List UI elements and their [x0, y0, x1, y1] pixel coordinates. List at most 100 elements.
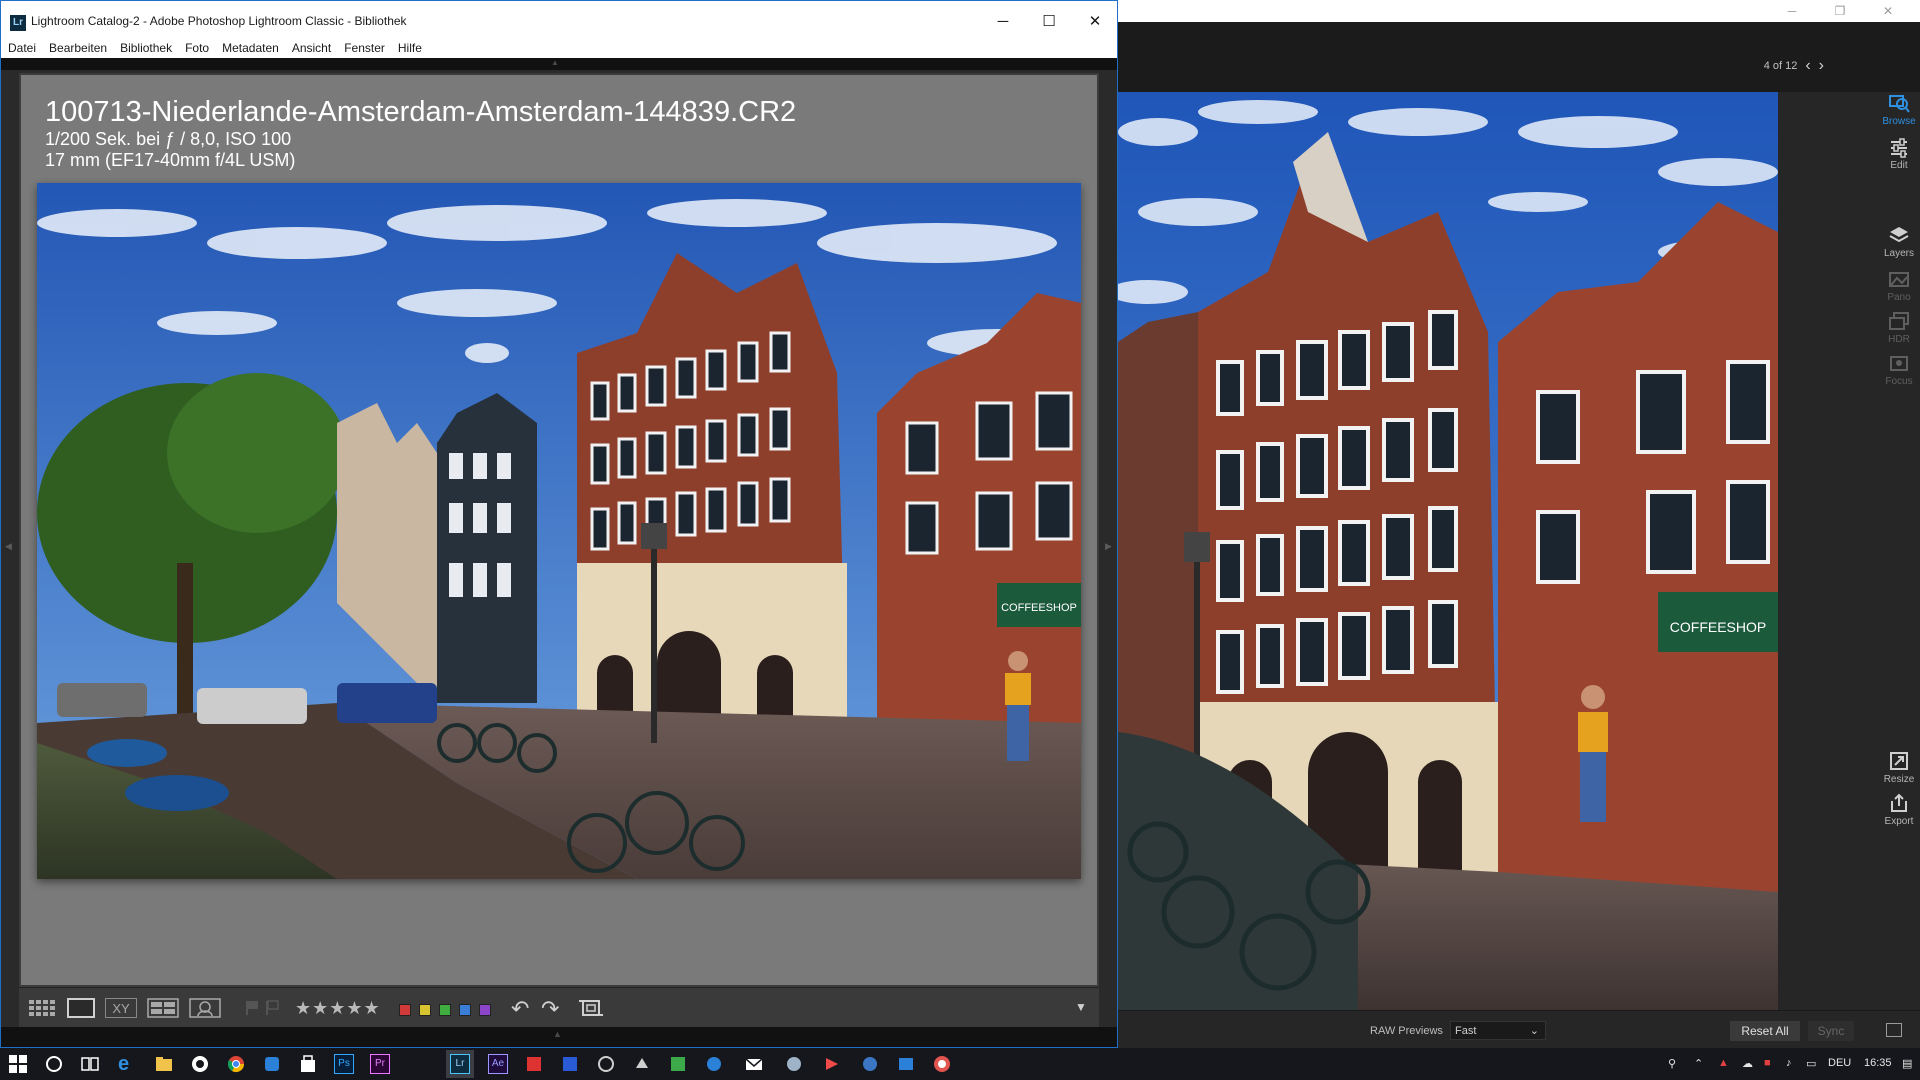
color-label-yellow[interactable] — [419, 1004, 431, 1016]
restore-button[interactable]: ❐ — [1825, 2, 1855, 20]
right-panel-toggle-icon[interactable]: ▶ — [1105, 541, 1112, 552]
minimize-button[interactable]: ─ — [983, 11, 1023, 33]
export-button[interactable]: Export — [1878, 792, 1920, 827]
color-label-purple[interactable] — [479, 1004, 491, 1016]
photo-editor-window: ─ ❐ ✕ 4 of 12 ‹ › COFFEESHOP Browse Edit… — [1118, 0, 1920, 1048]
photoshop-icon[interactable]: Ps — [334, 1054, 354, 1074]
browse-button[interactable]: Browse — [1878, 92, 1920, 127]
app-icon[interactable] — [668, 1054, 688, 1074]
app-icon[interactable] — [860, 1054, 880, 1074]
app-icon[interactable] — [896, 1054, 916, 1074]
survey-view-icon[interactable] — [147, 998, 179, 1018]
amsterdam-canal-photo: COFFEESHOP — [37, 183, 1081, 879]
color-label-red[interactable] — [399, 1004, 411, 1016]
focus-button[interactable]: Focus — [1878, 352, 1920, 387]
menu-bearbeiten[interactable]: Bearbeiten — [49, 38, 107, 58]
sync-button[interactable]: Sync — [1808, 1021, 1854, 1041]
menu-fenster[interactable]: Fenster — [344, 38, 385, 58]
cortana-icon[interactable] — [44, 1054, 64, 1074]
notifications-icon[interactable]: ▤ — [1902, 1057, 1912, 1070]
hdr-label: HDR — [1888, 334, 1910, 345]
app-icon[interactable] — [560, 1054, 580, 1074]
svg-text:COFFEESHOP: COFFEESHOP — [1001, 602, 1077, 614]
loupe-info-overlay: 100713-Niederlande-Amsterdam-Amsterdam-1… — [45, 95, 796, 171]
next-image-button[interactable]: › — [1819, 58, 1824, 74]
top-panel-strip[interactable]: ▲ — [1, 58, 1117, 70]
pano-label: Pano — [1887, 292, 1911, 303]
people-view-icon[interactable] — [189, 998, 221, 1018]
premiere-icon[interactable]: Pr — [370, 1054, 390, 1074]
left-panel-toggle-icon[interactable]: ◀ — [5, 541, 12, 552]
photo-exposure-info: 1/200 Sek. bei ƒ / 8,0, ISO 100 — [45, 129, 292, 149]
panel-toggle-icon[interactable] — [1886, 1023, 1902, 1037]
browse-label: Browse — [1882, 116, 1916, 127]
close-button[interactable]: ✕ — [1873, 2, 1903, 20]
app-icon[interactable] — [704, 1054, 724, 1074]
app-icon[interactable] — [632, 1054, 652, 1074]
clock[interactable]: 16:35 — [1864, 1057, 1892, 1069]
browse-icon — [1889, 95, 1910, 113]
color-label-green[interactable] — [439, 1004, 451, 1016]
triangle-up-icon: ▲ — [553, 1029, 562, 1039]
app-icon[interactable] — [822, 1054, 842, 1074]
language-indicator[interactable]: DEU — [1828, 1057, 1851, 1069]
rotate-right-icon[interactable]: ↷ — [541, 996, 559, 1022]
close-button[interactable]: ✕ — [1075, 11, 1115, 33]
menu-ansicht[interactable]: Ansicht — [292, 38, 331, 58]
chrome-icon[interactable] — [226, 1054, 246, 1074]
reset-all-button[interactable]: Reset All — [1730, 1021, 1800, 1041]
app-icon[interactable] — [932, 1054, 952, 1074]
maximize-button[interactable]: ☐ — [1029, 11, 1069, 33]
menu-hilfe[interactable]: Hilfe — [398, 38, 422, 58]
app-tray-icon[interactable]: ▲ — [1718, 1057, 1729, 1069]
flag-pick-icon[interactable] — [245, 1000, 259, 1016]
previous-image-button[interactable]: ‹ — [1805, 58, 1810, 74]
edge-icon[interactable]: e — [118, 1054, 138, 1074]
app-icon[interactable] — [262, 1054, 282, 1074]
menu-datei[interactable]: Datei — [8, 38, 36, 58]
resize-button[interactable]: Resize — [1878, 750, 1920, 785]
menu-foto[interactable]: Foto — [185, 38, 209, 58]
volume-icon[interactable]: ♪ — [1786, 1057, 1792, 1069]
battery-icon[interactable]: ▭ — [1806, 1057, 1816, 1070]
edit-button[interactable]: Edit — [1878, 136, 1920, 171]
app-icon[interactable] — [190, 1054, 210, 1074]
app-icon[interactable] — [596, 1054, 616, 1074]
file-explorer-icon[interactable] — [154, 1054, 174, 1074]
raw-previews-select[interactable]: Fast ⌄ — [1450, 1021, 1546, 1040]
loupe-photo[interactable]: COFFEESHOP — [37, 183, 1081, 879]
app-tray-icon[interactable]: ■ — [1764, 1057, 1771, 1069]
menu-bibliothek[interactable]: Bibliothek — [120, 38, 172, 58]
flag-reject-icon[interactable] — [265, 1000, 279, 1016]
grid-view-icon[interactable] — [27, 998, 57, 1018]
minimize-button[interactable]: ─ — [1777, 2, 1807, 20]
mail-icon[interactable] — [744, 1054, 764, 1074]
menu-metadaten[interactable]: Metadaten — [222, 38, 279, 58]
compare-view-button[interactable]: XY — [105, 998, 137, 1018]
filmstrip-strip[interactable]: ▲ — [1, 1027, 1117, 1047]
start-icon[interactable] — [8, 1054, 28, 1074]
pano-button[interactable]: Pano — [1878, 268, 1920, 303]
task-view-icon[interactable] — [80, 1054, 100, 1074]
right-module-sidebar: Browse Edit Layers Pano HDR Focus Resize — [1778, 92, 1920, 1010]
svg-text:COFFEESHOP: COFFEESHOP — [1670, 619, 1766, 635]
chevron-up-icon[interactable]: ⌃ — [1694, 1057, 1703, 1070]
lightroom-icon[interactable]: Lr — [450, 1054, 470, 1074]
network-icon[interactable]: ⚲ — [1668, 1057, 1676, 1070]
amsterdam-street-photo: COFFEESHOP — [1118, 92, 1778, 1010]
focus-icon — [1890, 356, 1908, 371]
main-photo-preview[interactable]: COFFEESHOP — [1118, 92, 1778, 1010]
store-icon[interactable] — [298, 1054, 318, 1074]
loupe-view-icon[interactable] — [67, 998, 95, 1018]
layers-button[interactable]: Layers — [1878, 224, 1920, 259]
toolbar-options-dropdown[interactable]: ▼ — [1075, 1000, 1087, 1014]
onedrive-icon[interactable]: ☁ — [1742, 1057, 1753, 1070]
hdr-button[interactable]: HDR — [1878, 310, 1920, 345]
star-rating[interactable]: ★★★★★ — [295, 998, 381, 1019]
crop-icon[interactable] — [579, 997, 603, 1019]
after-effects-icon[interactable]: Ae — [488, 1054, 508, 1074]
color-label-blue[interactable] — [459, 1004, 471, 1016]
app-icon[interactable] — [784, 1054, 804, 1074]
rotate-left-icon[interactable]: ↶ — [511, 996, 529, 1022]
app-icon[interactable] — [524, 1054, 544, 1074]
